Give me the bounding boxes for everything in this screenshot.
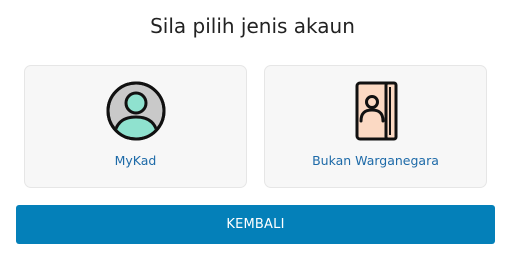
page-title: Sila pilih jenis akaun [150,14,355,38]
passport-book-icon [346,81,406,141]
bukan-warganegara-label: Bukan Warganegara [312,153,439,168]
account-type-mykad-card[interactable]: MyKad [24,65,247,188]
user-avatar-icon [106,81,166,141]
back-button[interactable]: KEMBALI [16,205,495,244]
mykad-label: MyKad [114,153,157,168]
account-type-bukan-warganegara-card[interactable]: Bukan Warganegara [264,65,487,188]
